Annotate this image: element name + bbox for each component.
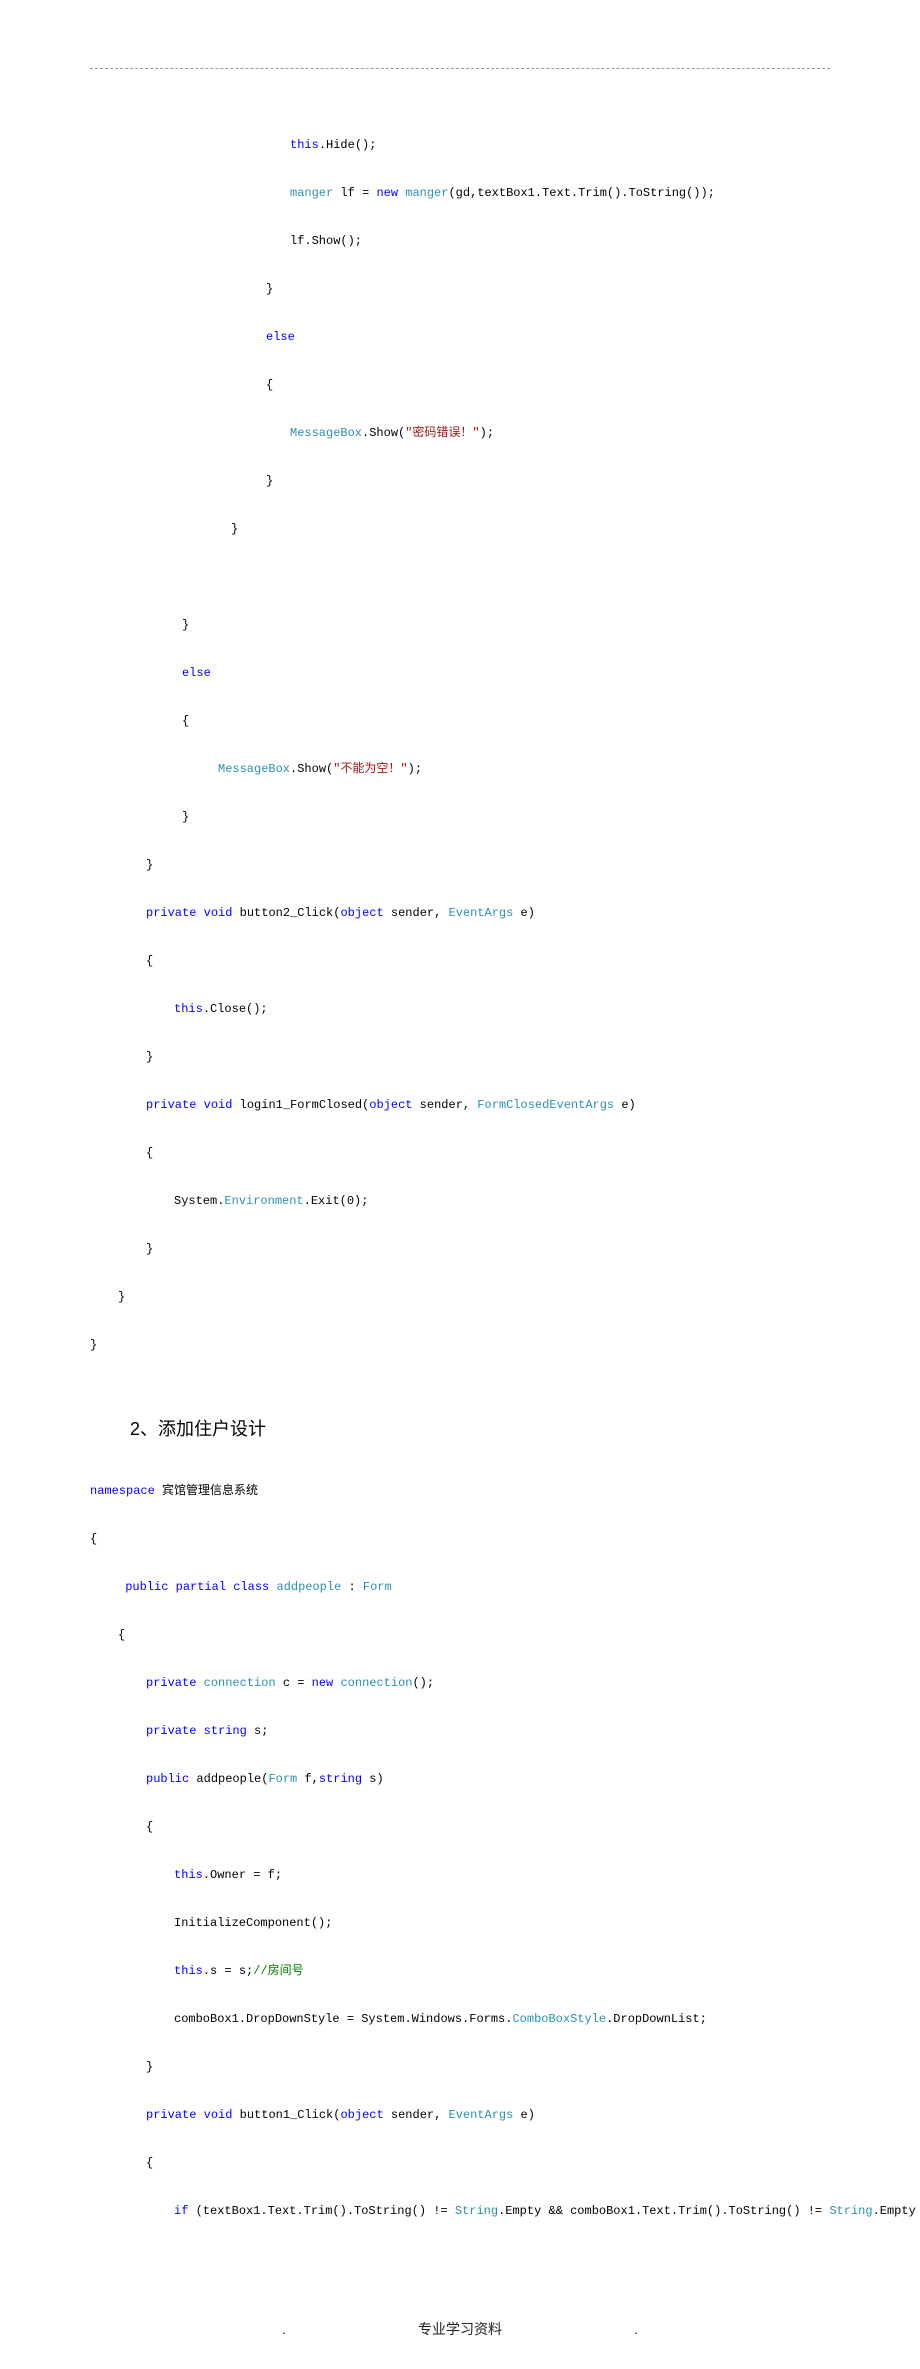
code-line: } [90, 277, 830, 301]
code-line: { [90, 1623, 830, 1647]
code-line: this.Close(); [90, 997, 830, 1021]
code-line: private void login1_FormClosed(object se… [90, 1093, 830, 1117]
code-line: this.Hide(); [90, 133, 830, 157]
code-line: else [90, 661, 830, 685]
document-page: this.Hide(); manger lf = new manger(gd,t… [0, 0, 920, 2369]
code-line: { [90, 1527, 830, 1551]
code-line: { [90, 709, 830, 733]
section-heading: 2、添加住户设计 [130, 1415, 830, 1441]
code-line: private void button1_Click(object sender… [90, 2103, 830, 2127]
code-line: } [90, 1285, 830, 1309]
code-line: InitializeComponent(); [90, 1911, 830, 1935]
code-line: public partial class addpeople : Form [90, 1575, 830, 1599]
code-line: } [90, 1045, 830, 1069]
code-line: } [90, 1333, 830, 1357]
code-line: } [90, 853, 830, 877]
code-line: { [90, 2151, 830, 2175]
code-line: } [90, 469, 830, 493]
code-line: System.Environment.Exit(0); [90, 1189, 830, 1213]
code-line: { [90, 1141, 830, 1165]
code-line: } [90, 517, 830, 541]
code-line: public addpeople(Form f,string s) [90, 1767, 830, 1791]
code-line: private string s; [90, 1719, 830, 1743]
code-line: comboBox1.DropDownStyle = System.Windows… [90, 2007, 830, 2031]
code-line: { [90, 1815, 830, 1839]
page-footer: . 专业学习资料 . [90, 2319, 830, 2339]
code-line: private connection c = new connection(); [90, 1671, 830, 1695]
header-rule [90, 68, 830, 69]
code-line: { [90, 373, 830, 397]
code-block-1: this.Hide(); manger lf = new manger(gd,t… [90, 109, 830, 1405]
code-line: } [90, 805, 830, 829]
code-line: else [90, 325, 830, 349]
code-line: } [90, 613, 830, 637]
code-line: } [90, 1237, 830, 1261]
code-line [90, 565, 830, 589]
code-line: MessageBox.Show("不能为空！"); [90, 757, 830, 781]
code-line: } [90, 2055, 830, 2079]
code-line: private void button2_Click(object sender… [90, 901, 830, 925]
code-line: if (textBox1.Text.Trim().ToString() != S… [90, 2199, 830, 2223]
code-block-2: namespace 宾馆管理信息系统 { public partial clas… [90, 1455, 830, 2271]
code-line: this.Owner = f; [90, 1863, 830, 1887]
code-line: MessageBox.Show("密码错误！"); [90, 421, 830, 445]
code-line: lf.Show(); [90, 229, 830, 253]
code-line: namespace 宾馆管理信息系统 [90, 1479, 830, 1503]
code-line: { [90, 949, 830, 973]
code-line: manger lf = new manger(gd,textBox1.Text.… [90, 181, 830, 205]
code-line: this.s = s;//房间号 [90, 1959, 830, 1983]
